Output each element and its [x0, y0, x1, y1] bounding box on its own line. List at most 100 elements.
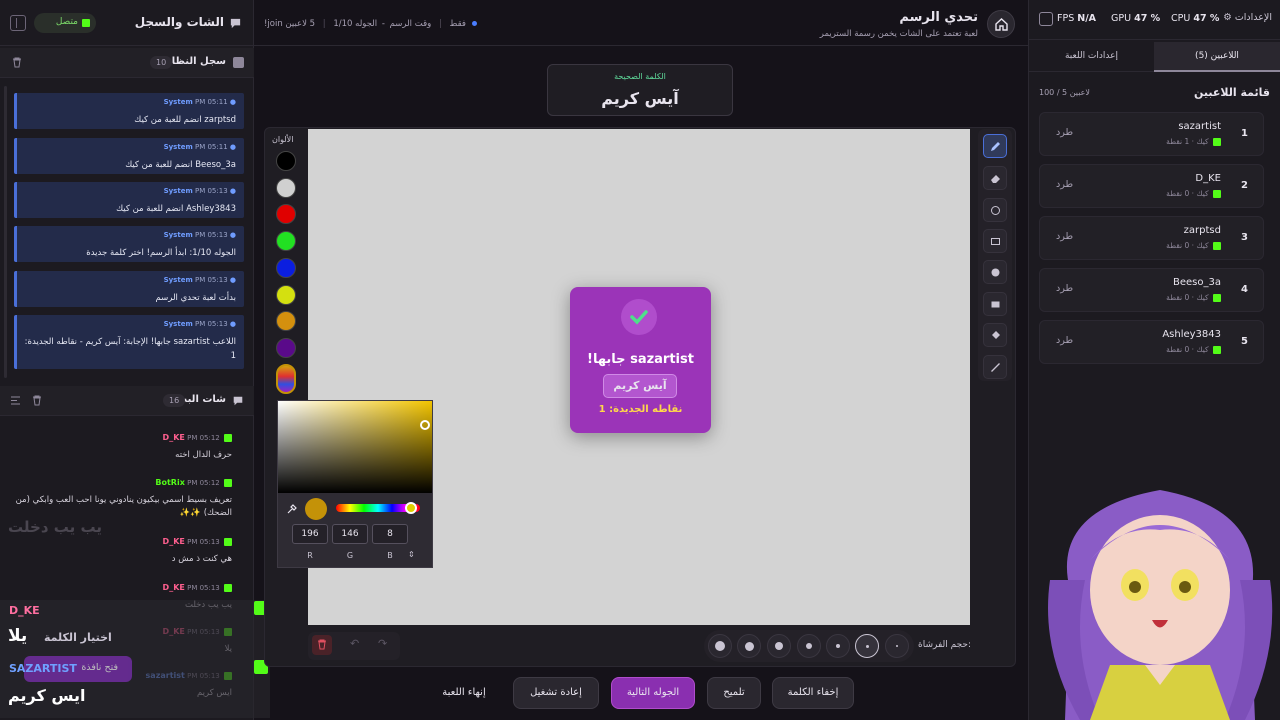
- trash-icon[interactable]: [12, 57, 22, 71]
- green-input[interactable]: 146: [332, 524, 368, 544]
- streamer-avatar: [1040, 470, 1280, 720]
- brush-size-label: حجم الفرشاة:: [918, 640, 972, 650]
- line-tool-button[interactable]: [983, 355, 1007, 379]
- eraser-tool-button[interactable]: [983, 166, 1007, 190]
- eyedropper-icon[interactable]: [286, 503, 298, 518]
- player-platform: كيك: [1196, 293, 1209, 302]
- collapse-panel-button[interactable]: [1039, 12, 1053, 26]
- kick-icon: [224, 479, 232, 487]
- shield-icon: ●: [229, 187, 236, 195]
- brush-size-option[interactable]: [855, 634, 879, 658]
- rectangle-outline-icon: [991, 238, 1000, 245]
- player-card: 2 D_KE كيك · 0 نقطة طرد: [1039, 164, 1264, 208]
- cpu-stat: CPU 47 %: [1171, 13, 1220, 24]
- players-count: 5 لاعبين: [285, 19, 316, 29]
- kick-player-button[interactable]: طرد: [1056, 127, 1073, 138]
- undo-icon[interactable]: ↶: [350, 637, 359, 650]
- player-name: Ashley3843: [1162, 329, 1221, 340]
- clear-canvas-button[interactable]: [312, 635, 332, 655]
- circle-outline-icon: [991, 206, 1000, 215]
- format-toggle-icon[interactable]: ⇕: [408, 550, 415, 559]
- brush-size-option[interactable]: [826, 634, 850, 658]
- eraser-icon: [991, 175, 1000, 183]
- color-swatch[interactable]: [276, 151, 296, 171]
- system-message: ● System PM 05:13 بدأت لعبة تحدي الرسم: [14, 271, 244, 307]
- pencil-tool-button[interactable]: [983, 134, 1007, 158]
- stats-bar: FPS N/A GPU 47 % CPU 47 % ⚙ الإعدادات: [1029, 0, 1280, 40]
- settings-link[interactable]: ⚙ الإعدادات: [1223, 12, 1272, 23]
- message-text: Beeso_3a انضم للعبة من كيك: [125, 160, 236, 170]
- player-rank: 5: [1241, 336, 1248, 347]
- winner-title: sazartist جابها!: [587, 352, 694, 367]
- player-rank: 3: [1241, 232, 1248, 243]
- player-platform: كيك: [1196, 241, 1209, 250]
- player-meta: كيك · 0 نقطة: [1166, 241, 1221, 250]
- hint-button[interactable]: تلميح: [707, 677, 761, 709]
- player-rank: 4: [1241, 284, 1248, 295]
- message-time: PM 05:13: [187, 584, 220, 592]
- message-text: حرف الدال اخته: [175, 450, 232, 460]
- red-input[interactable]: 196: [292, 524, 328, 544]
- player-meta: كيك · 0 نقطة: [1166, 189, 1221, 198]
- restart-button[interactable]: إعادة تشغيل: [513, 677, 599, 709]
- kick-player-button[interactable]: طرد: [1056, 335, 1073, 346]
- tab-game-settings[interactable]: إعدادات اللعبة: [1029, 42, 1154, 72]
- blue-input[interactable]: 8: [372, 524, 408, 544]
- picker-handle[interactable]: [420, 420, 430, 430]
- color-swatch[interactable]: [276, 337, 296, 358]
- brush-size-option[interactable]: [767, 634, 791, 658]
- message-time: PM 05:11: [194, 98, 228, 106]
- player-platform: كيك: [1196, 137, 1209, 146]
- fill-tool-button[interactable]: [983, 323, 1007, 347]
- system-message: ● System PM 05:11 zarptsd انضم للعبة من ك…: [14, 93, 244, 129]
- saturation-area[interactable]: [278, 401, 432, 493]
- kick-icon: [1213, 138, 1221, 146]
- filter-icon[interactable]: [10, 395, 21, 409]
- next-round-button[interactable]: الجوله التالية: [611, 677, 695, 709]
- color-swatch[interactable]: [276, 257, 296, 278]
- chat-bubble-icon: [232, 395, 244, 410]
- log-icon: [233, 57, 244, 68]
- tab-players[interactable]: اللاعبين (5): [1154, 42, 1280, 72]
- brush-dot-icon: [836, 644, 840, 648]
- end-game-button[interactable]: إنهاء اللعبة: [428, 677, 500, 709]
- chat-panel-title: الشات والسجل: [134, 15, 224, 29]
- message-meta: ● System PM 05:13: [164, 231, 236, 239]
- rectangle-tool-button[interactable]: [983, 229, 1007, 253]
- color-swatch[interactable]: [276, 231, 296, 252]
- message-sender: System: [163, 143, 193, 151]
- message-text: بدأت لعبة تحدي الرسم: [155, 293, 237, 303]
- player-platform: كيك: [1196, 189, 1209, 198]
- color-swatch[interactable]: [276, 284, 296, 305]
- hide-word-button[interactable]: إخفاء الكلمة: [772, 677, 854, 709]
- kick-player-button[interactable]: طرد: [1056, 179, 1073, 190]
- scrollbar[interactable]: [4, 86, 7, 378]
- circle-tool-button[interactable]: [983, 198, 1007, 222]
- kick-player-button[interactable]: طرد: [1056, 283, 1073, 294]
- filled-circle-tool-button[interactable]: [983, 260, 1007, 284]
- message-sender: System: [163, 276, 193, 284]
- brush-size-option[interactable]: [737, 634, 761, 658]
- player-points: 0 نقطة: [1166, 345, 1190, 354]
- player-platform: كيك: [1196, 345, 1209, 354]
- color-swatch[interactable]: [276, 177, 296, 198]
- game-title: تحدي الرسم: [899, 10, 978, 25]
- brush-size-option[interactable]: [797, 634, 821, 658]
- home-button[interactable]: [987, 10, 1015, 38]
- kick-icon: [224, 584, 232, 592]
- custom-color-swatch[interactable]: [276, 364, 296, 394]
- collapse-panel-button[interactable]: [10, 15, 26, 31]
- player-card: 4 Beeso_3a كيك · 0 نقطة طرد: [1039, 268, 1264, 312]
- trash-icon[interactable]: [32, 395, 42, 409]
- player-name: sazartist: [1178, 121, 1221, 132]
- connection-status-text: متصل: [55, 17, 78, 27]
- kick-icon: [224, 538, 232, 546]
- kick-player-button[interactable]: طرد: [1056, 231, 1073, 242]
- filled-rectangle-tool-button[interactable]: [983, 292, 1007, 316]
- redo-icon[interactable]: ↷: [378, 637, 387, 650]
- kick-icon: [224, 434, 232, 442]
- message-meta: BotRix PM 05:12: [155, 478, 232, 487]
- brush-size-option[interactable]: [885, 634, 909, 658]
- hue-slider-handle[interactable]: [405, 502, 417, 514]
- brush-size-option[interactable]: [708, 634, 732, 658]
